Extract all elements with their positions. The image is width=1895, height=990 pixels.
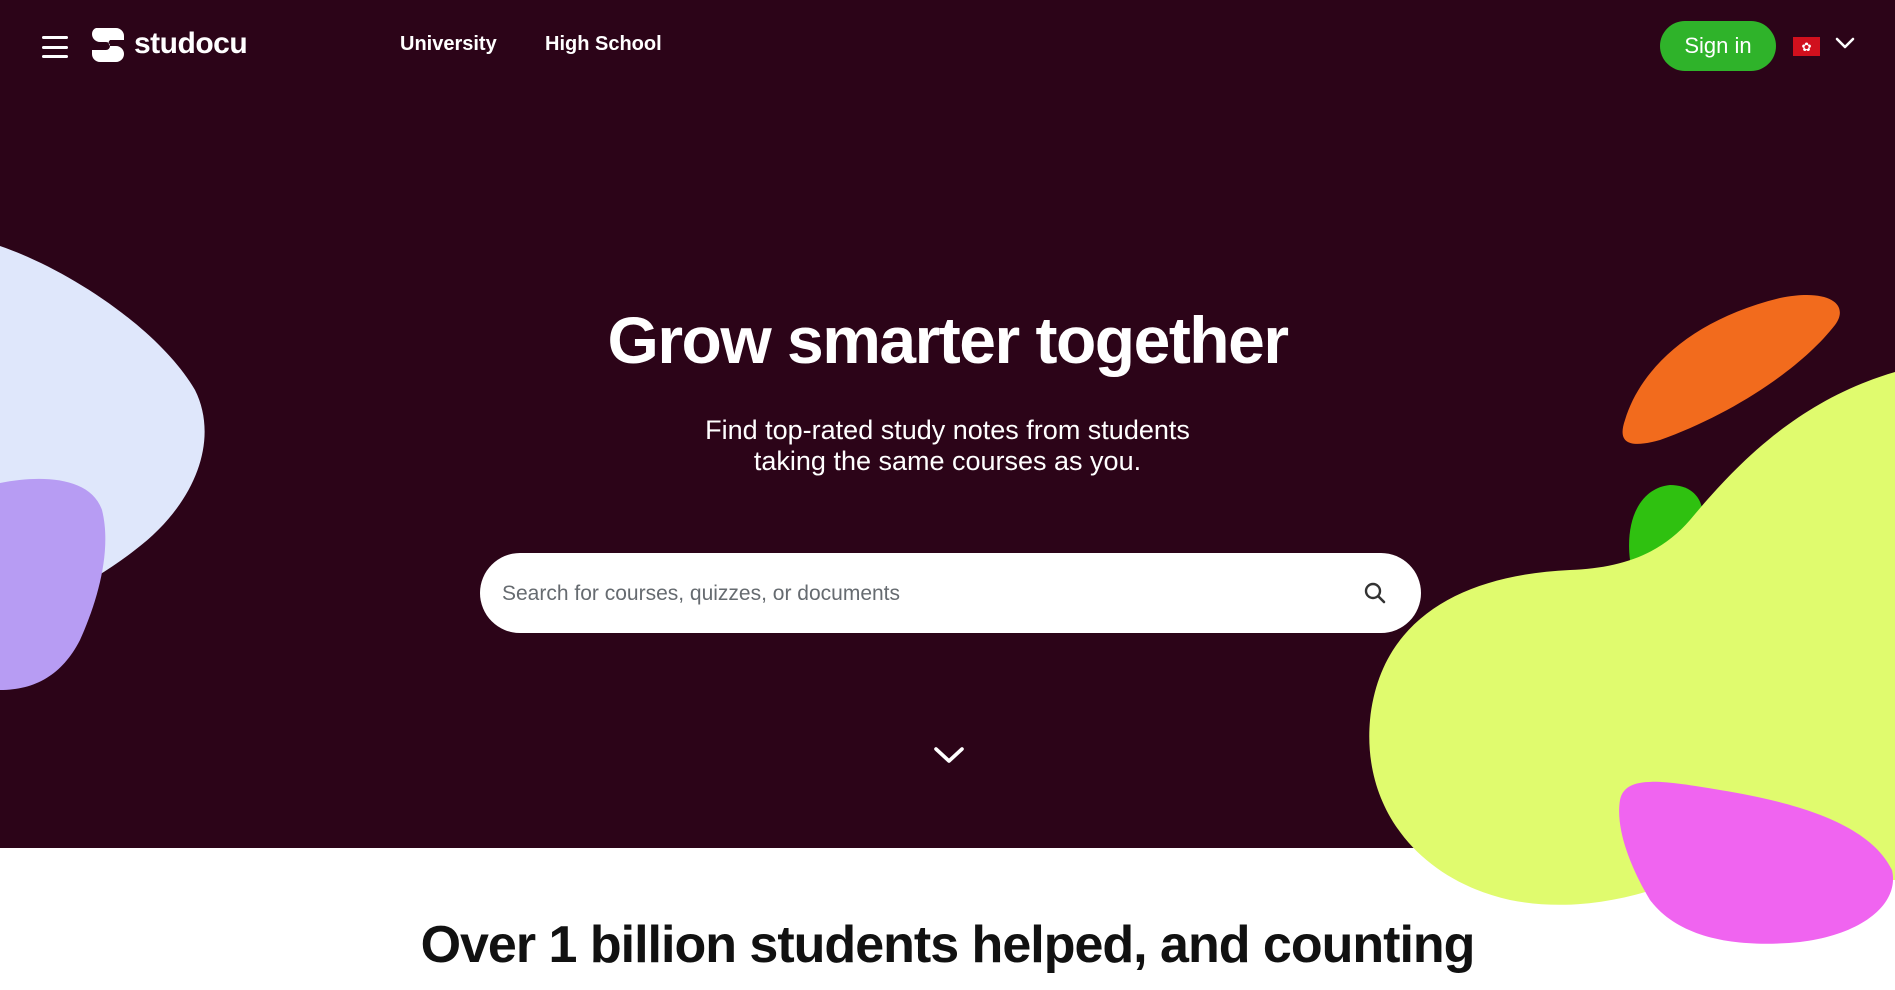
studocu-logo[interactable]: studocu xyxy=(88,24,248,64)
hong-kong-flag-icon[interactable]: ✿ xyxy=(1793,37,1820,56)
brand-name: studocu xyxy=(134,27,248,60)
subtitle-line-2: taking the same courses as you. xyxy=(753,446,1142,476)
studocu-logo-icon xyxy=(91,28,124,62)
hero-headline: Grow smarter together xyxy=(607,303,1290,377)
nav-link-high-school[interactable]: High School xyxy=(545,33,662,56)
sign-in-button[interactable]: Sign in xyxy=(1660,21,1776,71)
search-bar xyxy=(480,553,1421,635)
subtitle-line-1: Find top-rated study notes from students xyxy=(705,415,1190,445)
scroll-down-chevron-icon[interactable] xyxy=(932,744,966,766)
menu-icon[interactable] xyxy=(42,36,68,58)
top-navigation: studocu University High School Sign in ✿ xyxy=(0,0,1895,92)
hero-subtitle: Find top-rated study notes from students… xyxy=(0,415,1895,477)
chevron-down-icon[interactable] xyxy=(1835,36,1855,50)
search-icon[interactable] xyxy=(1362,580,1388,606)
search-input[interactable] xyxy=(500,553,1324,635)
nav-link-university[interactable]: University xyxy=(400,33,497,56)
stats-heading: Over 1 billion students helped, and coun… xyxy=(420,916,1476,974)
